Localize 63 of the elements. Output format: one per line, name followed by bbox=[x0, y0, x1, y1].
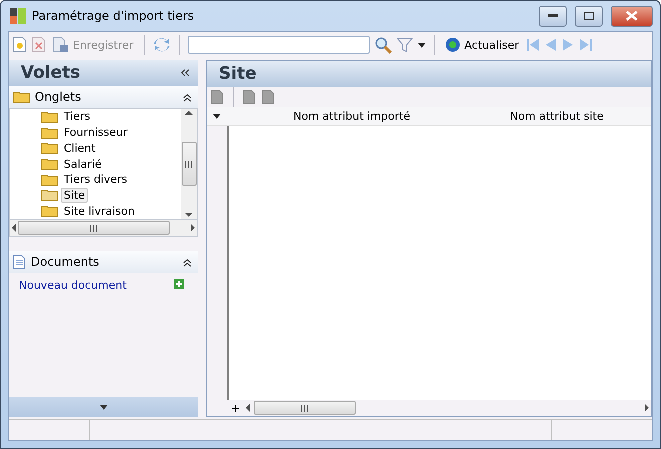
folder-icon bbox=[41, 110, 58, 123]
maximize-button[interactable] bbox=[575, 6, 603, 26]
section-title: Documents bbox=[31, 255, 100, 269]
folder-icon bbox=[41, 205, 58, 218]
grip-icon bbox=[90, 224, 98, 232]
collapse-icon[interactable] bbox=[181, 69, 190, 77]
delete-icon[interactable] bbox=[32, 37, 46, 53]
folder-icon bbox=[41, 174, 58, 186]
scrollbar-thumb[interactable] bbox=[182, 142, 196, 186]
tree-item[interactable]: Salarié bbox=[61, 156, 105, 172]
grip-icon bbox=[300, 404, 310, 412]
folder-icon bbox=[41, 158, 58, 170]
search-field[interactable] bbox=[188, 36, 370, 54]
refresh-button[interactable]: Actualiser bbox=[442, 34, 522, 56]
section-header[interactable]: Documents bbox=[9, 251, 198, 273]
add-icon[interactable] bbox=[174, 279, 184, 289]
section-header[interactable]: Onglets bbox=[9, 86, 198, 108]
dropdown-arrow-icon[interactable] bbox=[100, 404, 108, 410]
add-row-button[interactable]: + bbox=[229, 402, 242, 414]
collapse-icon[interactable] bbox=[183, 92, 192, 102]
page-icon[interactable] bbox=[262, 90, 275, 104]
tree-item[interactable]: Site bbox=[61, 188, 88, 203]
folder-icon bbox=[41, 126, 58, 139]
maximize-icon bbox=[584, 12, 594, 20]
scrollbar-thumb[interactable] bbox=[18, 221, 170, 235]
column-header[interactable]: Nom attribut importé bbox=[227, 110, 477, 122]
section-title: Onglets bbox=[35, 90, 82, 104]
tree-item[interactable]: Client bbox=[61, 140, 99, 156]
new-icon[interactable] bbox=[13, 37, 27, 53]
document-icon bbox=[13, 254, 26, 270]
tree-item[interactable]: Tiers bbox=[61, 109, 94, 124]
window-title: Paramétrage d'import tiers bbox=[32, 9, 196, 23]
save-icon bbox=[53, 37, 69, 53]
vertical-scrollbar[interactable] bbox=[181, 109, 197, 219]
scroll-left-icon[interactable] bbox=[244, 404, 252, 412]
refresh-icon bbox=[444, 37, 461, 53]
collapse-icon[interactable] bbox=[183, 258, 192, 266]
page-icon[interactable] bbox=[211, 90, 224, 104]
panel-title: Volets bbox=[21, 63, 81, 83]
folder-icon bbox=[41, 142, 58, 154]
column-header[interactable]: Nom attribut site bbox=[477, 110, 637, 122]
tree-item[interactable]: Tiers divers bbox=[61, 172, 131, 188]
grip-icon bbox=[184, 160, 194, 168]
scroll-right-icon[interactable] bbox=[189, 224, 197, 232]
scroll-left-icon[interactable] bbox=[10, 224, 18, 232]
new-document-link[interactable]: Nouveau document bbox=[19, 279, 127, 292]
app-icon bbox=[10, 8, 26, 24]
scrollbar-thumb[interactable] bbox=[254, 401, 356, 415]
tree-item[interactable]: Site livraison bbox=[61, 204, 138, 219]
dropdown-arrow-icon[interactable] bbox=[418, 42, 426, 48]
page-icon[interactable] bbox=[243, 90, 256, 104]
close-button[interactable] bbox=[611, 6, 653, 26]
horizontal-scrollbar[interactable] bbox=[9, 220, 198, 237]
folder-icon bbox=[13, 91, 30, 103]
tree-item[interactable]: Fournisseur bbox=[61, 125, 131, 140]
panel-title: Site bbox=[219, 64, 257, 84]
close-icon bbox=[626, 11, 638, 21]
search-icon[interactable] bbox=[374, 36, 392, 54]
filter-icon[interactable] bbox=[396, 37, 413, 53]
scroll-right-icon[interactable] bbox=[643, 404, 651, 412]
folder-icon bbox=[41, 189, 58, 202]
minimize-button[interactable] bbox=[539, 6, 567, 26]
minimize-icon bbox=[548, 14, 558, 18]
